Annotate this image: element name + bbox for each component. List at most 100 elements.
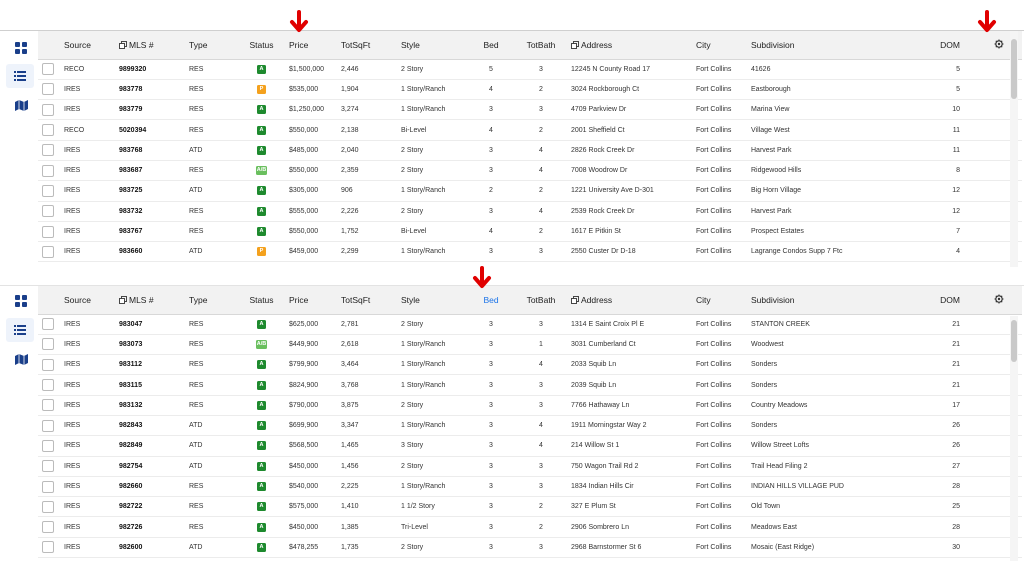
table-row[interactable]: IRES 983732 RES A $555,000 2,226 2 Story 3 4 2539… [38,201,1022,222]
table-row[interactable]: RECO 5020394 RES A $550,000 2,138 Bi-Level 4 2 20… [38,119,1022,141]
column-header-city[interactable]: City [696,31,751,60]
column-header-address[interactable]: Address [571,31,696,60]
cell-select[interactable] [38,201,64,222]
column-header-dom[interactable]: DOM [931,286,976,315]
cell-select[interactable] [38,415,64,437]
row-checkbox[interactable] [42,144,54,157]
table-row[interactable]: IRES 983660 ATD P $459,000 2,299 1 Story/Ranch… [38,241,1022,263]
list-icon[interactable] [6,64,34,88]
column-header-totbath[interactable]: TotBath [511,31,571,60]
column-header-select[interactable] [38,31,64,60]
row-checkbox[interactable] [42,358,54,371]
settings-gear-icon[interactable] [994,39,1004,51]
row-checkbox[interactable] [42,103,54,116]
row-checkbox[interactable] [42,541,54,554]
cell-select[interactable] [38,119,64,141]
map-icon[interactable] [8,94,34,116]
scrollbar-top[interactable] [1010,31,1018,267]
column-header-mls[interactable]: MLS # [119,286,189,315]
table-row[interactable]: IRES 983725 ATD A $305,000 906 1 Story/Ranch 2 2… [38,180,1022,202]
column-header-subdivision[interactable]: Subdivision [751,31,931,60]
column-header-settings[interactable] [976,286,1022,315]
row-checkbox[interactable] [42,83,54,96]
cell-select[interactable] [38,221,64,243]
scrollbar-bottom[interactable] [1010,316,1018,561]
cell-select[interactable] [38,374,64,396]
map-icon[interactable] [8,348,34,370]
row-checkbox[interactable] [42,399,54,412]
row-checkbox[interactable] [42,379,54,392]
table-row[interactable]: IRES 983768 ATD A $485,000 2,040 2 Story 3 4 2826… [38,140,1022,161]
row-checkbox[interactable] [42,205,54,218]
grid-icon[interactable] [8,290,34,312]
row-checkbox[interactable] [42,124,54,137]
row-checkbox[interactable] [42,460,54,473]
table-row[interactable]: RECO 9899320 RES A $1,500,000 2,446 2 Story 5 3 1… [38,59,1022,80]
column-header-source[interactable]: Source [64,31,119,60]
table-row[interactable]: IRES 982843 ATD A $699,900 3,347 1 Story/Ranch… [38,415,1022,437]
table-row[interactable]: IRES 983073 RES A/B $449,900 2,618 1 Story/Ran… [38,334,1022,356]
column-header-price[interactable]: Price [289,286,341,315]
row-checkbox[interactable] [42,164,54,177]
table-row[interactable]: IRES 983115 RES A $824,900 3,768 1 Story/Ranch… [38,374,1022,396]
table-row[interactable]: IRES 983767 RES A $550,000 1,752 Bi-Level 4 2 161… [38,221,1022,243]
row-checkbox[interactable] [42,521,54,534]
column-header-mls[interactable]: MLS # [119,31,189,60]
column-header-totsqft[interactable]: TotSqFt [341,286,401,315]
table-row[interactable]: IRES 982849 ATD A $568,500 1,465 3 Story 3 4 214 … [38,435,1022,457]
column-header-bed[interactable]: Bed [471,31,511,60]
cell-select[interactable] [38,516,64,538]
cell-select[interactable] [38,59,64,80]
column-header-select[interactable] [38,286,64,315]
table-row[interactable]: IRES 983687 RES A/B $550,000 2,359 2 Story 3 4 70… [38,160,1022,182]
column-header-totbath[interactable]: TotBath [511,286,571,315]
settings-gear-icon[interactable] [994,294,1004,306]
cell-select[interactable] [38,334,64,356]
column-header-source[interactable]: Source [64,286,119,315]
cell-select[interactable] [38,241,64,263]
column-header-status[interactable]: Status [234,286,289,315]
column-header-totsqft[interactable]: TotSqFt [341,31,401,60]
copy-icon[interactable] [571,40,581,50]
cell-select[interactable] [38,160,64,182]
scrollbar-thumb[interactable] [1011,39,1017,99]
table-row[interactable]: IRES 983047 RES A $625,000 2,781 2 Story 3 3 1314… [38,314,1022,335]
cell-select[interactable] [38,395,64,416]
list-icon[interactable] [6,318,34,342]
table-row[interactable]: IRES 982726 RES A $450,000 1,385 Tri-Level 3 2 29… [38,516,1022,538]
row-checkbox[interactable] [42,63,54,76]
cell-select[interactable] [38,496,64,518]
row-checkbox[interactable] [42,318,54,331]
cell-select[interactable] [38,79,64,101]
row-checkbox[interactable] [42,419,54,432]
column-header-status[interactable]: Status [234,31,289,60]
column-header-type[interactable]: Type [189,286,234,315]
column-header-city[interactable]: City [696,286,751,315]
table-row[interactable]: IRES 982600 ATD A $478,255 1,735 2 Story 3 3 2968… [38,537,1022,559]
column-header-type[interactable]: Type [189,31,234,60]
row-checkbox[interactable] [42,225,54,238]
cell-select[interactable] [38,314,64,335]
row-checkbox[interactable] [42,184,54,197]
column-header-style[interactable]: Style [401,31,471,60]
grid-icon[interactable] [8,37,34,59]
column-header-style[interactable]: Style [401,286,471,315]
row-checkbox[interactable] [42,480,54,493]
cell-select[interactable] [38,435,64,457]
cell-select[interactable] [38,99,64,121]
table-row[interactable]: IRES 982754 ATD A $450,000 1,456 2 Story 3 3 750 … [38,456,1022,477]
column-header-dom[interactable]: DOM [931,31,976,60]
column-header-address[interactable]: Address [571,286,696,315]
cell-select[interactable] [38,180,64,202]
table-row[interactable]: IRES 983132 RES A $790,000 3,875 2 Story 3 3 7766… [38,395,1022,416]
table-row[interactable]: IRES 982722 RES A $575,000 1,410 1 1/2 Story 3 2… [38,496,1022,518]
cell-select[interactable] [38,354,64,376]
table-row[interactable]: IRES 983112 RES A $799,900 3,464 1 Story/Ranch… [38,354,1022,376]
scrollbar-thumb[interactable] [1011,320,1017,362]
row-checkbox[interactable] [42,338,54,351]
copy-icon[interactable] [571,295,581,305]
copy-icon[interactable] [119,40,129,50]
cell-select[interactable] [38,456,64,477]
cell-select[interactable] [38,537,64,559]
row-checkbox[interactable] [42,500,54,513]
